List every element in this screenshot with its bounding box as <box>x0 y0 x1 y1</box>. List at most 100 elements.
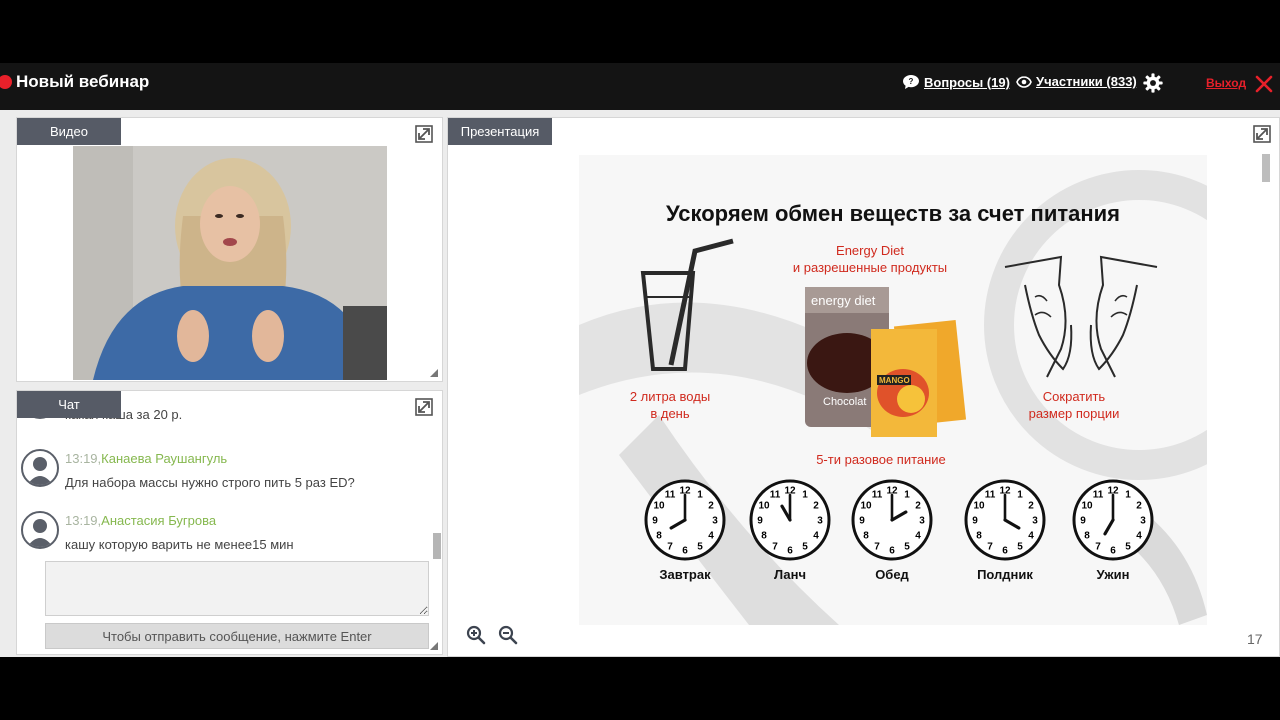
speech-bubble-icon: ? <box>903 75 919 89</box>
video-tab[interactable]: Видео <box>17 118 121 145</box>
clock-label: Ужин <box>1096 567 1130 582</box>
message-text: Для набора массы нужно строго пить 5 раз… <box>65 475 355 490</box>
clock-label: Ланч <box>773 567 807 582</box>
participants-link[interactable]: Участники (833) <box>1016 74 1137 89</box>
participants-label: Участники (833) <box>1036 74 1137 89</box>
presentation-scrollbar[interactable] <box>1262 154 1270 182</box>
settings-gear-icon[interactable] <box>1142 72 1164 94</box>
resize-handle-icon[interactable] <box>430 642 438 650</box>
svg-text:3: 3 <box>817 516 823 527</box>
workspace: Видео какая каша за 20 р. Чат 13:19,Кана… <box>0 110 1280 657</box>
chat-panel: какая каша за 20 р. Чат 13:19,Канаева Ра… <box>16 390 443 655</box>
svg-text:1: 1 <box>1125 490 1131 501</box>
meals-caption: 5-ти разовое питание <box>816 452 946 467</box>
clock-face-icon: 1234567891011 12 <box>851 479 933 561</box>
svg-text:4: 4 <box>708 531 714 542</box>
svg-text:1: 1 <box>904 490 910 501</box>
slide-page-number: 17 <box>1247 631 1263 647</box>
clock-label: Завтрак <box>659 567 711 582</box>
svg-text:8: 8 <box>863 531 869 542</box>
presenter-video-image <box>73 146 387 380</box>
top-bar: Новый вебинар ? Вопросы (19) Участники (… <box>0 63 1280 110</box>
clock-face-icon: 1234567891011 12 <box>749 479 831 561</box>
svg-text:2: 2 <box>1136 501 1142 512</box>
user-avatar-icon <box>21 449 59 487</box>
message-text: кашу которую варить не менее15 мин <box>65 537 294 552</box>
svg-text:7: 7 <box>667 541 673 552</box>
svg-text:1: 1 <box>1017 490 1023 501</box>
svg-text:11: 11 <box>770 490 781 501</box>
slide-title: Ускоряем обмен веществ за счет питания <box>665 201 1121 226</box>
video-stream <box>73 146 387 380</box>
send-hint-bar[interactable]: Чтобы отправить сообщение, нажмите Enter <box>45 623 429 649</box>
svg-text:2: 2 <box>915 501 921 512</box>
svg-text:6: 6 <box>1110 546 1116 557</box>
svg-text:4: 4 <box>813 531 819 542</box>
zoom-out-icon[interactable] <box>498 625 518 645</box>
message-meta: 13:19,Канаева Раушангуль <box>65 451 228 466</box>
questions-link[interactable]: ? Вопросы (19) <box>902 74 1010 90</box>
zoom-in-icon[interactable] <box>466 625 486 645</box>
svg-text:7: 7 <box>1095 541 1101 552</box>
close-icon[interactable] <box>1254 74 1274 94</box>
exit-link[interactable]: Выход <box>1206 76 1246 90</box>
energy-diet-product-image: energy diet Chocolat MANGO <box>805 287 967 437</box>
svg-text:6: 6 <box>787 546 793 557</box>
svg-text:10: 10 <box>758 501 770 512</box>
svg-text:9: 9 <box>757 516 763 527</box>
svg-text:1: 1 <box>802 490 808 501</box>
eye-icon <box>1016 75 1032 88</box>
chat-scrollbar[interactable] <box>433 533 441 559</box>
message-author[interactable]: Анастасия Бугрова <box>101 513 216 528</box>
svg-text:5: 5 <box>1017 541 1023 552</box>
portion-caption: Сократить размер порции <box>1028 389 1120 421</box>
product-can-text: energy diet <box>811 293 876 308</box>
svg-text:7: 7 <box>772 541 778 552</box>
clock-label: Обед <box>875 567 909 582</box>
svg-text:3: 3 <box>712 516 718 527</box>
svg-text:8: 8 <box>656 531 662 542</box>
presentation-panel: Презентация Ускоряем обмен веществ за сч… <box>447 117 1280 657</box>
expand-icon[interactable] <box>415 398 433 416</box>
svg-text:10: 10 <box>973 501 985 512</box>
svg-text:3: 3 <box>1140 516 1146 527</box>
svg-text:9: 9 <box>972 516 978 527</box>
svg-text:?: ? <box>909 77 914 86</box>
chat-message-input[interactable] <box>45 561 429 616</box>
product-sachet-flavor: MANGO <box>879 376 910 385</box>
clock-face-icon: 1234567891011 12 <box>964 479 1046 561</box>
expand-icon[interactable] <box>415 125 433 143</box>
svg-text:9: 9 <box>652 516 658 527</box>
svg-text:4: 4 <box>1136 531 1142 542</box>
clock-face-icon: 1234567891011 12 <box>1072 479 1154 561</box>
svg-text:8: 8 <box>976 531 982 542</box>
svg-text:2: 2 <box>813 501 819 512</box>
svg-text:7: 7 <box>874 541 880 552</box>
recording-indicator-icon <box>0 75 12 89</box>
svg-text:1: 1 <box>697 490 703 501</box>
product-can-flavor: Chocolat <box>823 396 866 408</box>
presentation-slide: Ускоряем обмен веществ за счет питания 2… <box>579 155 1207 625</box>
svg-text:4: 4 <box>1028 531 1034 542</box>
water-caption: 2 литра воды в день <box>629 389 711 421</box>
questions-label: Вопросы (19) <box>924 74 1010 90</box>
svg-text:3: 3 <box>1032 516 1038 527</box>
expand-icon[interactable] <box>1253 125 1271 143</box>
svg-text:4: 4 <box>915 531 921 542</box>
message-author[interactable]: Канаева Раушангуль <box>101 451 227 466</box>
svg-text:6: 6 <box>1002 546 1008 557</box>
presentation-tab[interactable]: Презентация <box>448 118 552 145</box>
svg-text:2: 2 <box>708 501 714 512</box>
chat-tab[interactable]: Чат <box>17 391 121 418</box>
product-caption: Energy Diet и разрешенные продукты <box>792 243 948 275</box>
svg-text:10: 10 <box>1081 501 1093 512</box>
svg-text:3: 3 <box>919 516 925 527</box>
svg-text:5: 5 <box>697 541 703 552</box>
water-glass-icon <box>640 238 734 371</box>
clock-face-icon: 1234567891011 12 <box>644 479 726 561</box>
resize-handle-icon[interactable] <box>430 369 438 377</box>
svg-text:11: 11 <box>985 490 996 501</box>
clock-label: Полдник <box>977 567 1033 582</box>
svg-text:9: 9 <box>1080 516 1086 527</box>
svg-text:5: 5 <box>904 541 910 552</box>
